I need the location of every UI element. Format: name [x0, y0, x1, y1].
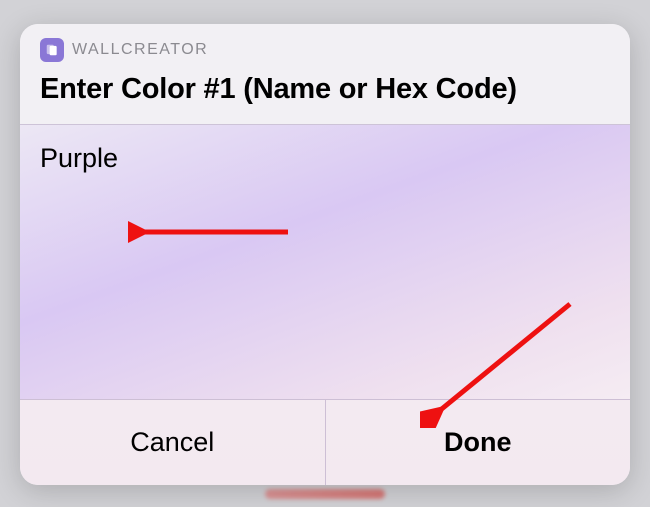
- cancel-button[interactable]: Cancel: [20, 400, 326, 485]
- input-area: [20, 125, 630, 399]
- dialog-title: Enter Color #1 (Name or Hex Code): [40, 72, 610, 106]
- app-identity-row: WALLCREATOR: [40, 38, 610, 62]
- color-input-dialog: WALLCREATOR Enter Color #1 (Name or Hex …: [20, 24, 630, 485]
- app-name-label: WALLCREATOR: [72, 41, 208, 59]
- dialog-header: WALLCREATOR Enter Color #1 (Name or Hex …: [20, 24, 630, 125]
- color-input[interactable]: [40, 143, 610, 174]
- wallcreator-app-icon: [40, 38, 64, 62]
- done-button[interactable]: Done: [326, 400, 631, 485]
- dialog-button-row: Cancel Done: [20, 399, 630, 485]
